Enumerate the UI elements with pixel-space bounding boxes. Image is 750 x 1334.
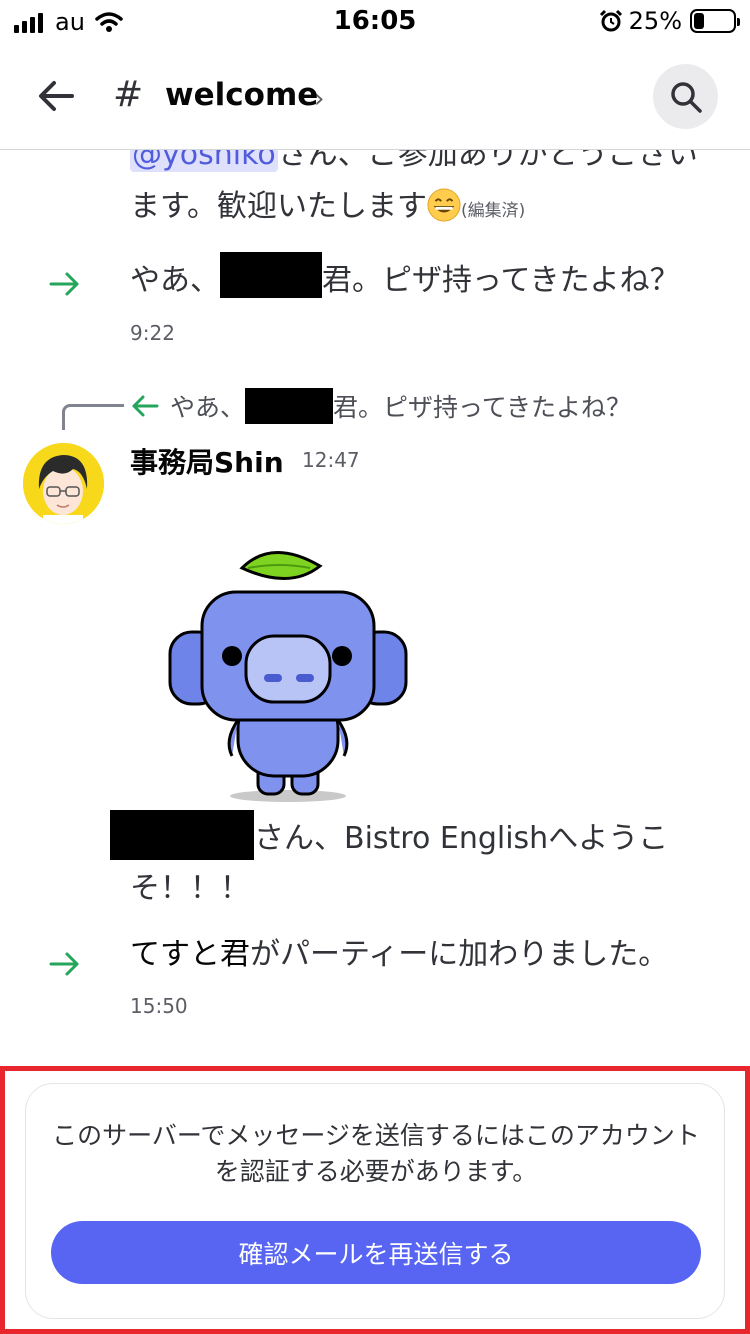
reply-preview[interactable]: やあ、 君。ピザ持ってきたよね？ [130,388,631,424]
verify-message: このサーバーでメッセージを送信するにはこのアカウントを認証する必要があります。 [52,1121,700,1186]
message-author[interactable]: 事務局Shin [130,441,284,481]
arrow-left-icon[interactable] [34,74,78,118]
status-right: 25% [599,7,740,35]
system-message: てすと君がパーティーに加わりました。 [130,937,669,972]
battery-level [694,13,704,29]
reply-connector [62,404,124,430]
status-bar: au 16:05 25% [0,0,750,44]
alarm-icon [599,9,622,32]
message-list[interactable]: @yoshikoさん、ご参加ありがとうござい ます。歓迎いたします (編集済) … [0,0,750,1060]
search-icon [670,81,702,113]
channel-title[interactable]: welcome [165,77,318,113]
resend-verification-button[interactable]: 確認メールを再送信する [51,1221,701,1284]
verify-account-panel: このサーバーでメッセージを送信するにはこのアカウントを認証する必要があります。 … [25,1083,725,1319]
message-timestamp: 9:22 [130,321,175,345]
redacted-name [110,810,254,860]
message-timestamp: 15:50 [130,994,188,1018]
message-text: そ！！！ [130,871,250,906]
channel-header: # welcome › [0,44,750,150]
wumpus-sticker[interactable] [160,540,420,810]
avatar[interactable] [23,443,104,524]
message-timestamp: 12:47 [302,448,360,472]
avatar-image [23,443,104,524]
message-text: ます。歓迎いたします (編集済) [130,188,526,224]
join-arrow-icon [49,272,79,296]
battery-icon [690,9,740,33]
message-text: さん、Bistro Englishへようこ [110,810,668,866]
reply-arrow-icon [132,395,159,417]
chevron-right-icon[interactable]: › [314,84,324,114]
edited-label: (編集済) [461,201,526,221]
member-name[interactable]: てすと君 [130,937,250,972]
redacted-name [245,388,334,424]
channel-hash-icon: # [113,74,144,115]
system-message: やあ、 君。ピザ持ってきたよね？ [130,252,680,308]
grinning-face-icon [427,188,461,222]
battery-percent: 25% [628,7,682,35]
redacted-name [220,252,322,298]
search-button[interactable] [653,64,718,129]
join-arrow-icon [49,952,79,976]
